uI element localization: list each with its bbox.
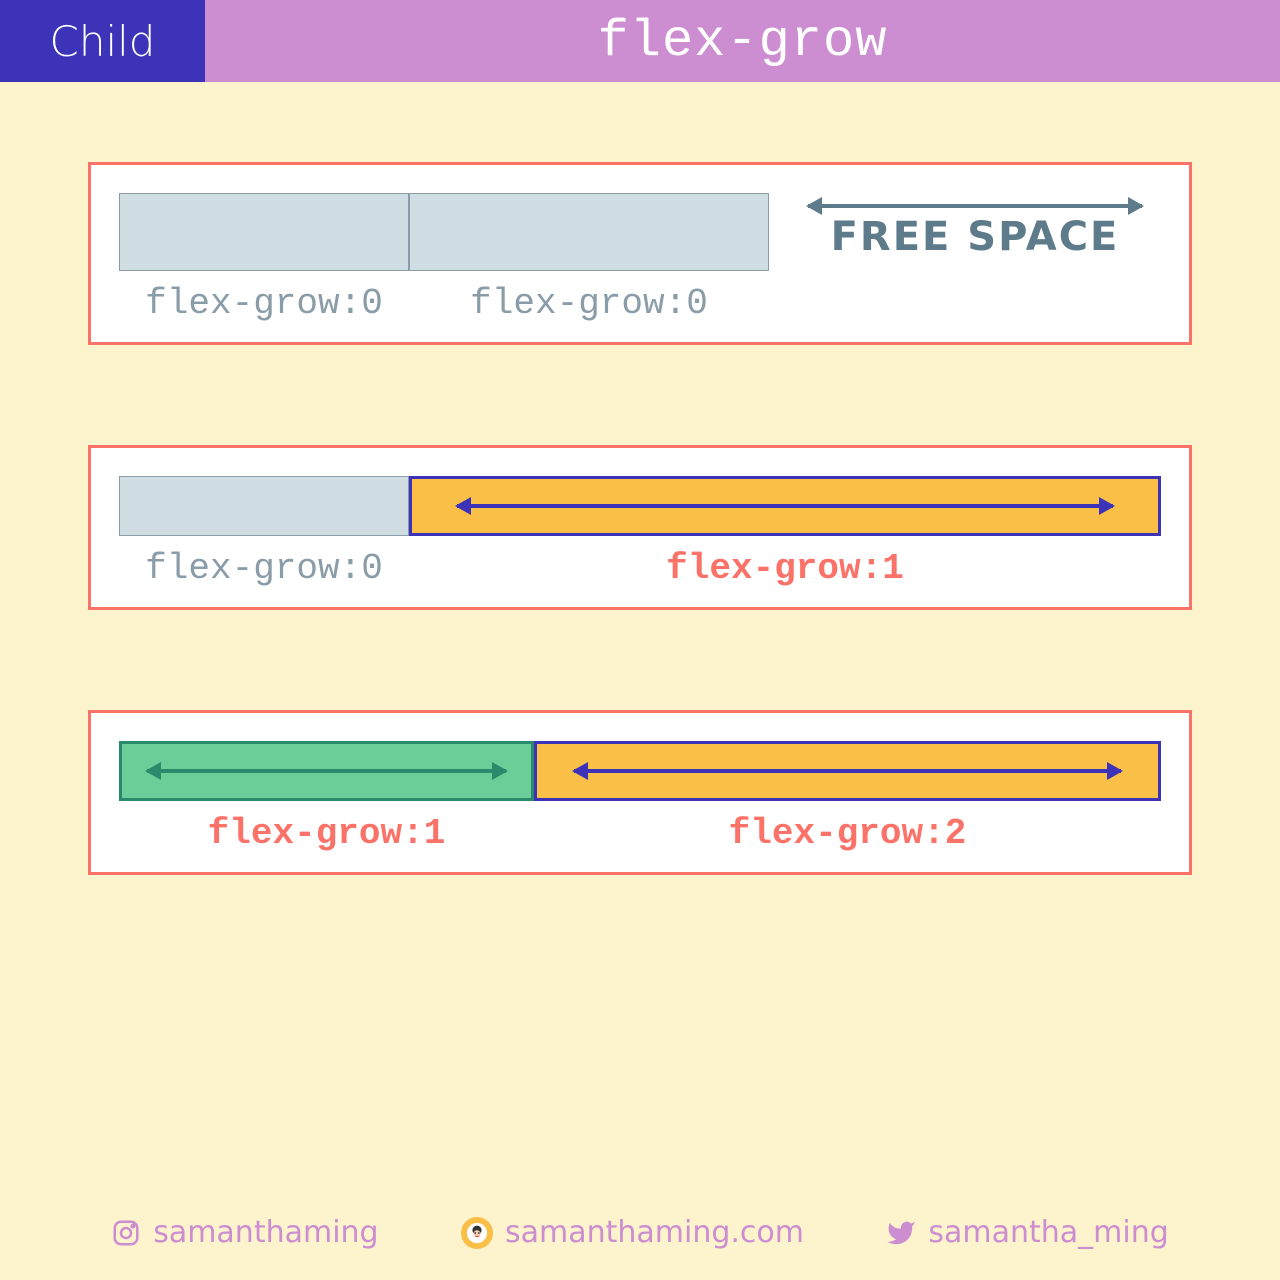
instagram-icon: [111, 1218, 141, 1248]
flex-item-label: flex-grow:0: [119, 548, 409, 589]
flex-item-grow-1: [119, 741, 534, 801]
header: Child flex-grow: [0, 0, 1280, 82]
footer: samanthaming samanthaming.com samantha_m…: [0, 1215, 1280, 1250]
flex-item-label: flex-grow:2: [534, 813, 1161, 854]
example-1: FREE SPACE flex-grow:0 flex-grow:0: [88, 162, 1192, 345]
content: FREE SPACE flex-grow:0 flex-grow:0 flex-…: [0, 82, 1280, 875]
free-space-area: FREE SPACE: [769, 204, 1161, 260]
double-arrow-icon: [808, 204, 1143, 208]
flex-item-label: flex-grow:0: [119, 283, 409, 324]
website-link[interactable]: samanthaming.com: [461, 1215, 804, 1250]
example-2: flex-grow:0 flex-grow:1: [88, 445, 1192, 610]
flex-item-grow-0: [409, 193, 769, 271]
flex-item-label: flex-grow:0: [409, 283, 769, 324]
flex-item-grow-2: [534, 741, 1161, 801]
twitter-link[interactable]: samantha_ming: [886, 1215, 1168, 1250]
flex-item-label: flex-grow:1: [409, 548, 1161, 589]
website-url: samanthaming.com: [505, 1215, 804, 1250]
double-arrow-icon: [574, 769, 1120, 773]
double-arrow-icon: [147, 769, 507, 773]
flex-item-label: flex-grow:1: [119, 813, 534, 854]
double-arrow-icon: [457, 504, 1113, 508]
twitter-icon: [886, 1218, 916, 1248]
instagram-link[interactable]: samanthaming: [111, 1215, 378, 1250]
flex-item-grow-0: [119, 193, 409, 271]
instagram-handle: samanthaming: [153, 1215, 378, 1250]
avatar-icon: [461, 1217, 493, 1249]
flex-item-grow-0: [119, 476, 409, 536]
header-title: flex-grow: [205, 0, 1280, 82]
flex-item-grow-1: [409, 476, 1161, 536]
twitter-handle: samantha_ming: [928, 1215, 1168, 1250]
header-badge: Child: [0, 0, 205, 82]
free-space-label: FREE SPACE: [831, 214, 1120, 260]
example-3: flex-grow:1 flex-grow:2: [88, 710, 1192, 875]
